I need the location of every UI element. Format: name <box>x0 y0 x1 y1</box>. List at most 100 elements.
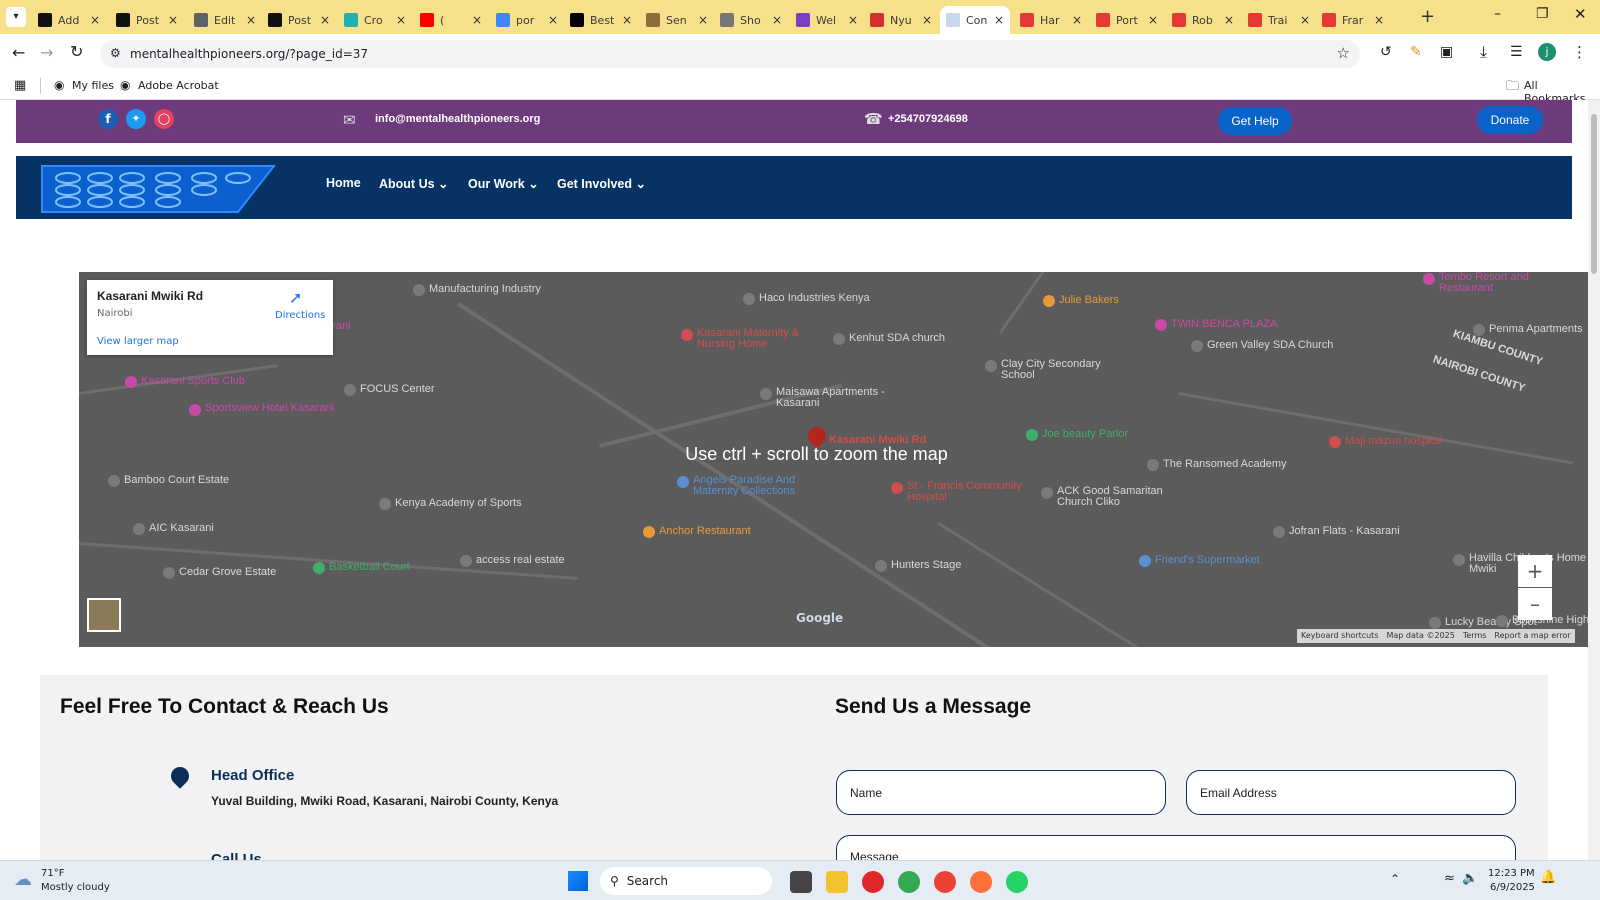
map-place-label[interactable]: Penma Apartments <box>1489 323 1583 335</box>
pen-icon[interactable]: ✎ <box>1410 44 1422 60</box>
apps-grid-icon[interactable]: ▦ <box>14 78 26 93</box>
extensions-icon[interactable]: ▣ <box>1440 44 1453 60</box>
map-place-label[interactable]: AIC Kasarani <box>149 522 214 534</box>
browser-tab[interactable]: Frar × <box>1316 6 1390 34</box>
forward-icon[interactable]: → <box>40 43 53 62</box>
tab-close-icon[interactable]: × <box>848 13 858 27</box>
map-place-label[interactable]: Jofran Flats - Kasarani <box>1289 525 1400 537</box>
map-place-label[interactable]: Julie Bakers <box>1059 294 1119 306</box>
browser-tab[interactable]: Rob × <box>1166 6 1240 34</box>
browser-tab[interactable]: por × <box>490 6 564 34</box>
tray-chevron-icon[interactable]: ⌃ <box>1390 872 1400 886</box>
tab-close-icon[interactable]: × <box>1072 13 1082 27</box>
browser-tab[interactable]: Con × <box>940 6 1010 34</box>
map-place-label[interactable]: Manufacturing Industry <box>429 283 541 295</box>
map-poi-icon[interactable] <box>313 562 325 574</box>
map-poi-icon[interactable] <box>985 360 997 372</box>
map-poi-icon[interactable] <box>1453 554 1465 566</box>
directions-link[interactable]: Directions <box>275 310 325 321</box>
site-info-icon[interactable]: ⚙ <box>110 46 121 60</box>
map-place-label[interactable]: FOCUS Center <box>360 383 435 395</box>
donate-button[interactable]: Donate <box>1477 106 1543 134</box>
map-terms[interactable]: Terms <box>1459 629 1491 643</box>
map-poi-icon[interactable] <box>108 475 120 487</box>
map-poi-icon[interactable] <box>681 329 693 341</box>
browser-tab[interactable]: Wel × <box>790 6 864 34</box>
map-satellite-toggle[interactable] <box>87 598 121 632</box>
map-keyboard-shortcuts[interactable]: Keyboard shortcuts <box>1297 629 1382 643</box>
tab-close-icon[interactable]: × <box>994 13 1004 27</box>
scrollbar-thumb[interactable] <box>1591 114 1597 274</box>
email-link[interactable]: info@mentalhealthpioneers.org <box>375 113 540 125</box>
tab-close-icon[interactable]: × <box>1224 13 1234 27</box>
map-poi-icon[interactable] <box>460 555 472 567</box>
menu-icon[interactable]: ⋮ <box>1572 43 1587 61</box>
map-poi-icon[interactable] <box>875 560 887 572</box>
map-poi-icon[interactable] <box>344 384 356 396</box>
tab-close-icon[interactable]: × <box>396 13 406 27</box>
map-place-label[interactable]: NAIROBI COUNTY <box>1431 353 1526 394</box>
tab-close-icon[interactable]: × <box>698 13 708 27</box>
sync-icon[interactable]: ↺ <box>1380 44 1392 60</box>
map-poi-icon[interactable] <box>1423 273 1435 285</box>
map-place-label[interactable]: Sportsview Hotel Kasarani <box>205 403 335 414</box>
get-help-button[interactable]: Get Help <box>1218 107 1292 135</box>
map-place-label[interactable]: Green Valley SDA Church <box>1207 339 1333 351</box>
firefox-icon[interactable] <box>970 871 992 893</box>
tab-close-icon[interactable]: × <box>246 13 256 27</box>
map-zoom-in-button[interactable]: + <box>1518 555 1552 587</box>
map-place-label[interactable]: Maisawa Apartments - Kasarani <box>776 387 906 409</box>
tab-close-icon[interactable]: × <box>622 13 632 27</box>
tab-close-icon[interactable]: × <box>548 13 558 27</box>
tab-close-icon[interactable]: × <box>90 13 100 27</box>
map-place-label[interactable]: Kasarani Sports Club <box>141 375 245 387</box>
map-place-label[interactable]: Anchor Restaurant <box>659 525 751 537</box>
map-poi-icon[interactable] <box>189 404 201 416</box>
notification-bell-icon[interactable]: 🔔 <box>1540 870 1556 885</box>
restore-button[interactable]: ❐ <box>1536 6 1549 22</box>
google-map[interactable]: Manufacturing Industry Haco Industries Ke… <box>79 272 1588 647</box>
opera-icon[interactable] <box>862 871 884 893</box>
map-place-label[interactable]: Kasarani Maternity & Nursing Home <box>697 328 827 350</box>
map-place-label[interactable]: Haco Industries Kenya <box>759 292 870 304</box>
map-place-label[interactable]: Joe beauty Parlor <box>1042 428 1128 440</box>
tab-close-icon[interactable]: × <box>1148 13 1158 27</box>
new-tab-button[interactable]: + <box>1420 6 1435 27</box>
tab-close-icon[interactable]: × <box>1300 13 1310 27</box>
map-poi-icon[interactable] <box>1026 429 1038 441</box>
profile-avatar[interactable]: j <box>1538 43 1556 61</box>
map-place-label[interactable]: Friend's Supermarket <box>1155 554 1260 566</box>
map-place-label[interactable]: access real estate <box>476 554 565 566</box>
map-poi-icon[interactable] <box>133 523 145 535</box>
close-window-button[interactable]: ✕ <box>1574 5 1587 23</box>
twitter-icon[interactable]: ✦ <box>126 109 146 129</box>
site-logo[interactable] <box>38 160 278 214</box>
directions-icon[interactable]: ➚ <box>289 288 302 307</box>
map-poi-icon[interactable] <box>1139 555 1151 567</box>
map-poi-icon[interactable] <box>1496 615 1508 627</box>
bookmark-adobe-acrobat[interactable]: Adobe Acrobat <box>138 79 219 92</box>
map-poi-icon[interactable] <box>1043 295 1055 307</box>
map-poi-icon[interactable] <box>125 376 137 388</box>
map-poi-icon[interactable] <box>891 482 903 494</box>
windows-start-icon[interactable] <box>568 871 588 891</box>
tab-search-button[interactable]: ▾ <box>6 7 26 27</box>
taskbar-search[interactable]: ⚲ Search <box>600 867 772 895</box>
map-place-label[interactable]: Angels Paradise And Maternity Collection… <box>693 475 823 497</box>
browser-tab[interactable]: Har × <box>1014 6 1088 34</box>
chrome-profile-icon[interactable] <box>934 871 956 893</box>
download-icon[interactable]: ⤓ <box>1480 42 1487 62</box>
map-poi-icon[interactable] <box>833 333 845 345</box>
bookmark-star-icon[interactable]: ☆ <box>1337 44 1350 62</box>
tab-close-icon[interactable]: × <box>772 13 782 27</box>
nav-home[interactable]: Home <box>326 176 361 190</box>
browser-tab[interactable]: Port × <box>1090 6 1164 34</box>
browser-tab[interactable]: Post × <box>262 6 336 34</box>
tab-close-icon[interactable]: × <box>1374 13 1384 27</box>
clock-time[interactable]: 12:23 PM <box>1488 868 1535 879</box>
browser-tab[interactable]: Sen × <box>640 6 714 34</box>
map-poi-icon[interactable] <box>760 388 772 400</box>
name-input[interactable]: Name <box>836 770 1166 815</box>
map-poi-icon[interactable] <box>413 284 425 296</box>
minimize-button[interactable]: – <box>1494 6 1501 22</box>
